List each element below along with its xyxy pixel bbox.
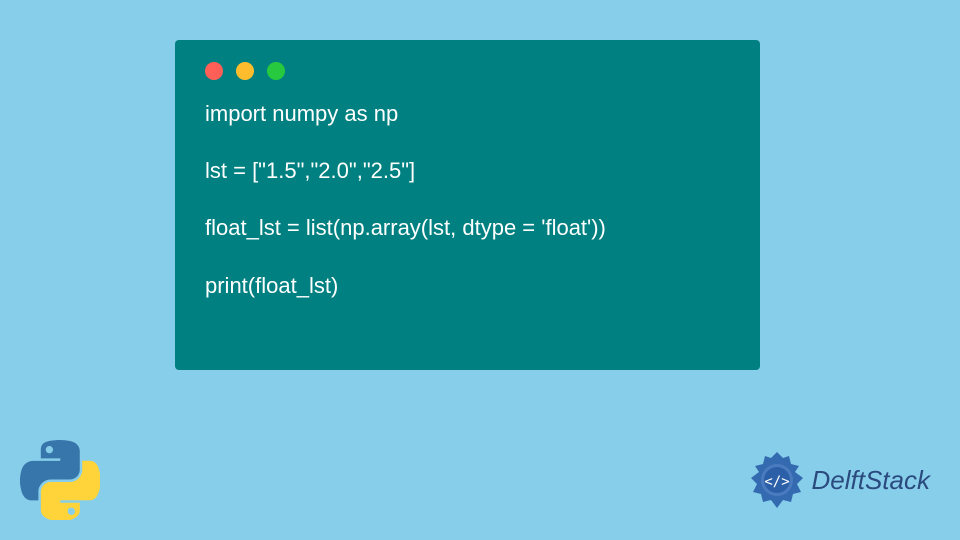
svg-text:</>: </> bbox=[764, 474, 789, 490]
python-logo-icon bbox=[20, 440, 100, 520]
code-line-1: import numpy as np bbox=[205, 101, 398, 126]
maximize-icon bbox=[267, 62, 285, 80]
delft-stack-logo-icon: </> bbox=[747, 450, 807, 510]
delft-stack-branding: </> DelftStack bbox=[747, 450, 931, 510]
code-line-3: lst = ["1.5","2.0","2.5"] bbox=[205, 158, 415, 183]
code-window: import numpy as np lst = ["1.5","2.0","2… bbox=[175, 40, 760, 370]
code-line-5: float_lst = list(np.array(lst, dtype = '… bbox=[205, 215, 606, 240]
minimize-icon bbox=[236, 62, 254, 80]
close-icon bbox=[205, 62, 223, 80]
window-controls bbox=[205, 62, 730, 80]
code-content: import numpy as np lst = ["1.5","2.0","2… bbox=[205, 100, 730, 300]
delft-stack-text: DelftStack bbox=[812, 465, 931, 496]
code-line-7: print(float_lst) bbox=[205, 273, 338, 298]
